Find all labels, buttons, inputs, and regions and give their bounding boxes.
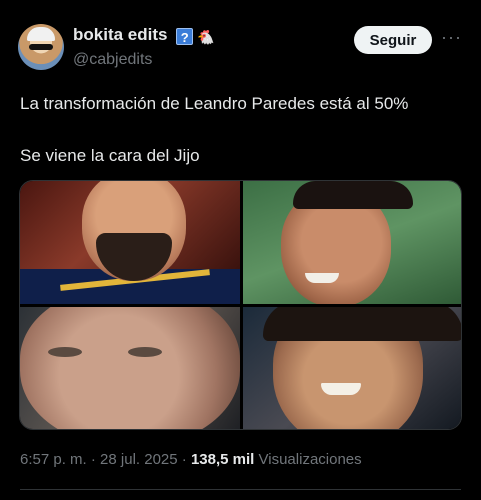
views-label: Visualizaciones <box>254 451 362 468</box>
media-grid <box>19 180 462 430</box>
author-badges: ? 🐔 <box>176 27 215 47</box>
photo-3-right-eye <box>128 347 162 357</box>
avatar[interactable] <box>18 24 64 70</box>
meta-separator: · <box>177 451 191 468</box>
author-handle[interactable]: @cabjedits <box>73 51 152 69</box>
question-badge-icon: ? <box>176 28 194 45</box>
photo-2-hair <box>293 181 413 209</box>
media-photo-3[interactable] <box>20 307 240 429</box>
views-count[interactable]: 138,5 mil <box>191 451 254 468</box>
photo-2-smile <box>305 273 339 283</box>
tweet-meta: 6:57 p. m. · 28 jul. 2025 · 138,5 mil Vi… <box>20 451 362 468</box>
tweet-time[interactable]: 6:57 p. m. <box>20 451 87 468</box>
author-name[interactable]: bokita edits ? 🐔 <box>73 25 215 47</box>
tweet-text-line-2: Se viene la cara del Jijo <box>20 146 200 165</box>
tweet-text-line-1: La transformación de Leandro Paredes est… <box>20 94 409 113</box>
meta-separator: · <box>86 451 101 468</box>
avatar-hat <box>27 27 55 41</box>
tweet-date[interactable]: 28 jul. 2025 <box>100 451 178 468</box>
divider <box>20 489 461 490</box>
more-options-icon[interactable]: ··· <box>441 27 462 48</box>
media-photo-1[interactable] <box>20 181 240 304</box>
photo-3-face <box>20 307 240 429</box>
photo-4-hair <box>263 307 461 341</box>
tweet-header: bokita edits ? 🐔 @cabjedits Seguir ··· <box>18 22 463 74</box>
avatar-glasses <box>29 44 53 50</box>
photo-4-smile <box>321 383 361 395</box>
follow-button[interactable]: Seguir <box>354 26 432 54</box>
photo-3-left-eye <box>48 347 82 357</box>
author-display-name[interactable]: bokita edits <box>73 25 167 44</box>
media-photo-2[interactable] <box>243 181 461 304</box>
media-photo-4[interactable] <box>243 307 461 429</box>
chicken-emoji-icon: 🐔 <box>197 29 215 45</box>
